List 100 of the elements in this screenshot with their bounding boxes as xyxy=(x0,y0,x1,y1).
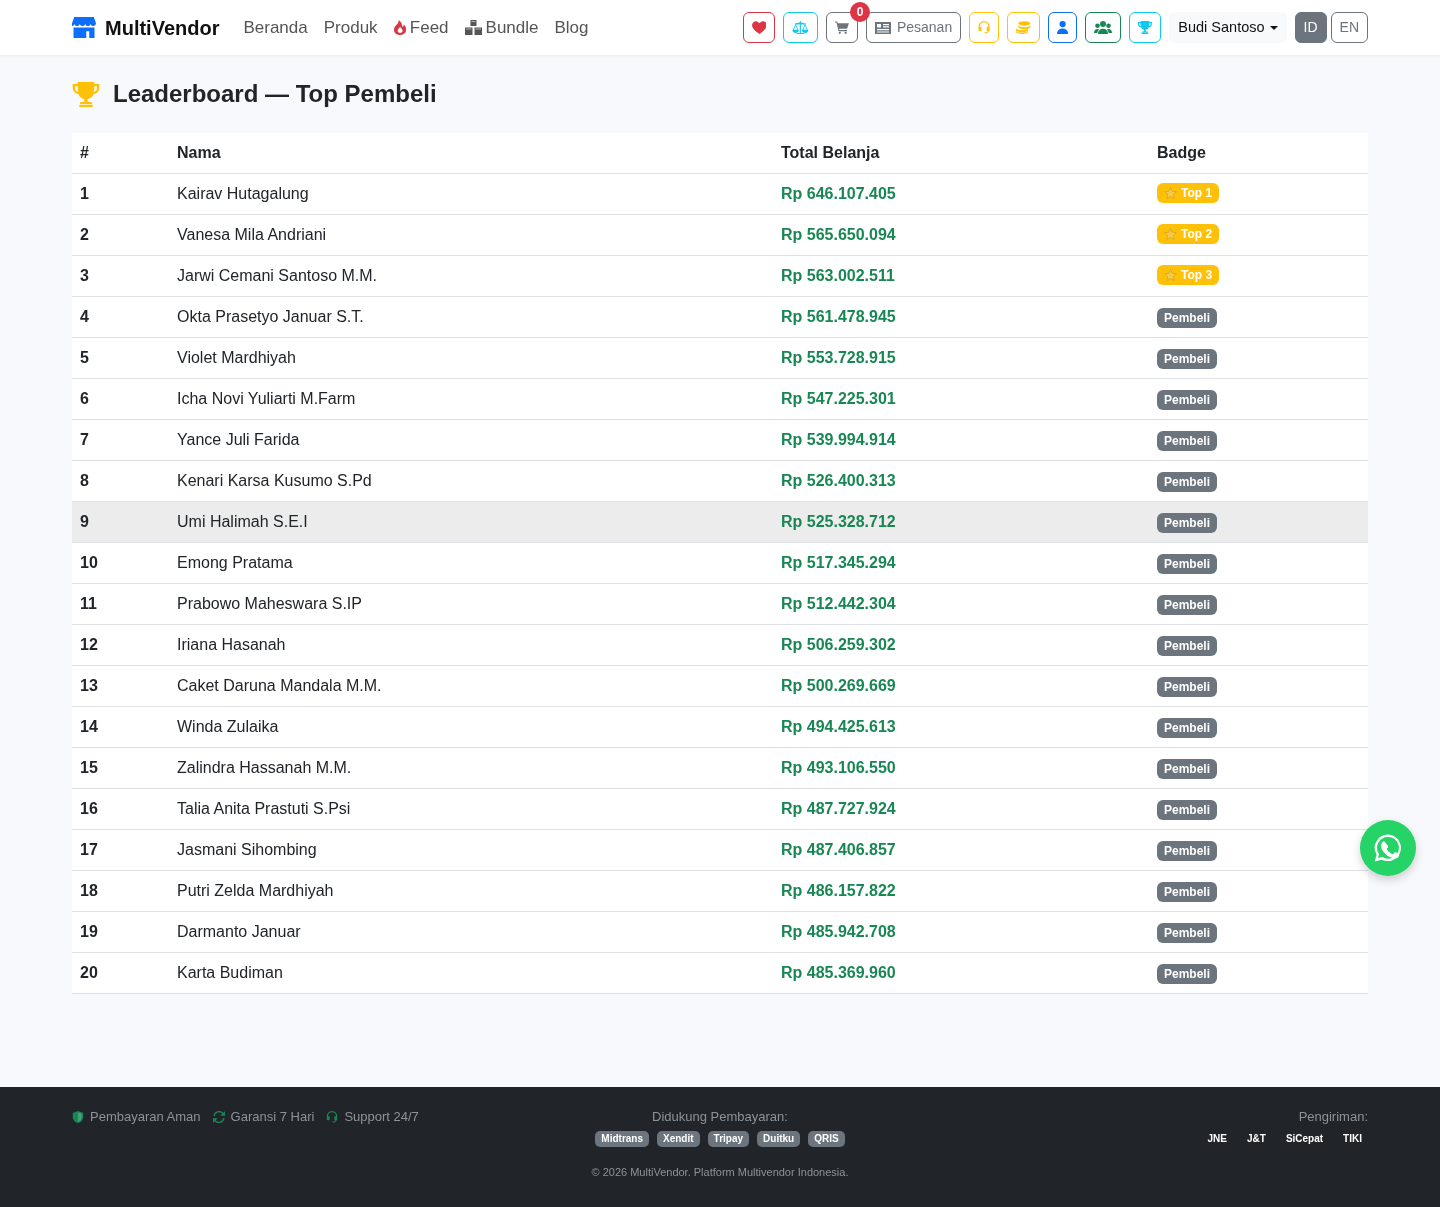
refresh-icon xyxy=(212,1110,225,1123)
buyer-name: Karta Budiman xyxy=(177,963,283,981)
rank-number: 13 xyxy=(80,676,98,694)
compare-button[interactable] xyxy=(783,12,819,43)
orders-button[interactable]: Pesanan xyxy=(865,12,962,43)
courier-name: TIKI xyxy=(1342,1131,1363,1146)
support-button[interactable] xyxy=(969,12,1000,43)
buyer-name: Iriana Hasanah xyxy=(177,635,286,653)
rank-number: 1 xyxy=(80,184,89,202)
list-icon xyxy=(874,21,891,34)
total-amount: Rp 547.225.301 xyxy=(781,389,896,407)
rank-number: 3 xyxy=(80,266,89,284)
page-title: Leaderboard — Top Pembeli xyxy=(113,80,437,109)
role-badge: Pembeli xyxy=(1157,676,1218,697)
rank-label: Top 2 xyxy=(1181,227,1213,240)
buyer-name: Kenari Karsa Kusumo S.Pd xyxy=(177,471,372,489)
rank-number: 15 xyxy=(80,758,98,776)
payment-method-badge: Midtrans xyxy=(595,1130,650,1147)
rank-number: 4 xyxy=(80,307,89,325)
community-button[interactable] xyxy=(1085,12,1122,43)
role-badge: Pembeli xyxy=(1157,307,1218,328)
role-badge: Pembeli xyxy=(1157,512,1218,533)
caret-icon xyxy=(1269,25,1278,30)
nav-link[interactable]: Beranda xyxy=(235,14,316,41)
total-amount: Rp 553.728.915 xyxy=(781,348,896,366)
role-badge: Pembeli xyxy=(1157,389,1218,410)
user-icon xyxy=(1057,21,1069,34)
total-amount: Rp 485.942.708 xyxy=(781,922,896,940)
heart-icon xyxy=(751,21,767,34)
total-amount: Rp 517.345.294 xyxy=(781,553,896,571)
role-badge: Pembeli xyxy=(1157,840,1218,861)
user-menu-button[interactable]: Budi Santoso xyxy=(1169,12,1287,43)
shield-icon xyxy=(72,1110,84,1123)
payments-heading: Didukung Pembayaran: xyxy=(651,1108,789,1126)
cart-count-badge: 0 xyxy=(850,2,871,22)
feature-label: Pembayaran Aman xyxy=(90,1108,201,1126)
wishlist-button[interactable] xyxy=(742,12,776,43)
total-amount: Rp 512.442.304 xyxy=(781,594,896,612)
profile-button[interactable] xyxy=(1048,12,1078,43)
buyer-name: Darmanto Januar xyxy=(177,922,301,940)
cubes-icon xyxy=(464,20,482,35)
coins-icon xyxy=(1016,21,1032,34)
column-header: Total Belanja xyxy=(781,143,880,161)
total-amount: Rp 525.328.712 xyxy=(781,512,896,530)
nav-link[interactable]: Blog xyxy=(546,14,597,41)
language-button[interactable]: EN xyxy=(1330,12,1368,43)
scale-icon xyxy=(792,21,810,34)
rank-number: 16 xyxy=(80,799,98,817)
courier-name: JNE xyxy=(1206,1131,1228,1146)
star-icon xyxy=(1164,268,1177,281)
role-badge: Pembeli xyxy=(1157,922,1218,943)
brand-link[interactable]: MultiVendor xyxy=(72,12,220,43)
buyer-name: Icha Novi Yuliarti M.Farm xyxy=(177,389,356,407)
total-amount: Rp 526.400.313 xyxy=(781,471,896,489)
rank-number: 11 xyxy=(80,594,97,612)
rank-number: 2 xyxy=(80,225,89,243)
total-amount: Rp 646.107.405 xyxy=(781,184,896,202)
total-amount: Rp 486.157.822 xyxy=(781,881,896,899)
role-badge: Pembeli xyxy=(1157,717,1218,738)
rank-number: 18 xyxy=(80,881,98,899)
nav-link[interactable]: Bundle xyxy=(456,14,547,41)
total-amount: Rp 487.406.857 xyxy=(781,840,896,858)
rank-number: 9 xyxy=(80,512,89,530)
star-icon xyxy=(1164,227,1177,240)
star-icon xyxy=(1164,186,1177,199)
floating-chat-button[interactable] xyxy=(1360,820,1416,876)
feature-label: Support 24/7 xyxy=(344,1108,419,1126)
role-badge: Pembeli xyxy=(1157,348,1218,369)
buyer-name: Winda Zulaika xyxy=(177,717,279,735)
coins-button[interactable] xyxy=(1007,12,1041,43)
total-amount: Rp 561.478.945 xyxy=(781,307,896,325)
total-amount: Rp 539.994.914 xyxy=(781,430,896,448)
leaderboard-button[interactable] xyxy=(1129,12,1162,43)
nav-link[interactable]: Produk xyxy=(315,14,386,41)
role-badge: Pembeli xyxy=(1157,430,1218,451)
buyer-name: Zalindra Hassanah M.M. xyxy=(177,758,352,776)
buyer-name: Kairav Hutagalung xyxy=(177,184,309,202)
buyer-name: Prabowo Maheswara S.IP xyxy=(177,594,362,612)
role-badge: Pembeli xyxy=(1157,553,1218,574)
payment-method-badge: Xendit xyxy=(657,1130,700,1147)
role-badge: Pembeli xyxy=(1157,594,1218,615)
rank-number: 20 xyxy=(80,963,98,981)
buyer-name: Jasmani Sihombing xyxy=(177,840,317,858)
language-button[interactable]: ID xyxy=(1294,12,1327,43)
payment-method-badge: QRIS xyxy=(808,1130,845,1147)
total-amount: Rp 563.002.511 xyxy=(781,266,895,284)
cart-icon xyxy=(835,21,849,34)
rank-number: 17 xyxy=(80,840,98,858)
rank-number: 7 xyxy=(80,430,89,448)
buyer-name: Yance Juli Farida xyxy=(177,430,300,448)
total-amount: Rp 487.727.924 xyxy=(781,799,896,817)
total-amount: Rp 493.106.550 xyxy=(781,758,896,776)
rank-number: 5 xyxy=(80,348,89,366)
nav-link[interactable]: Feed xyxy=(385,14,457,41)
courier-name: SiCepat xyxy=(1284,1131,1325,1146)
payment-method-badge: Duitku xyxy=(757,1130,801,1147)
column-header: # xyxy=(80,143,89,161)
rank-number: 10 xyxy=(80,553,98,571)
buyer-name: Talia Anita Prastuti S.Psi xyxy=(177,799,351,817)
role-badge: Pembeli xyxy=(1157,963,1218,984)
